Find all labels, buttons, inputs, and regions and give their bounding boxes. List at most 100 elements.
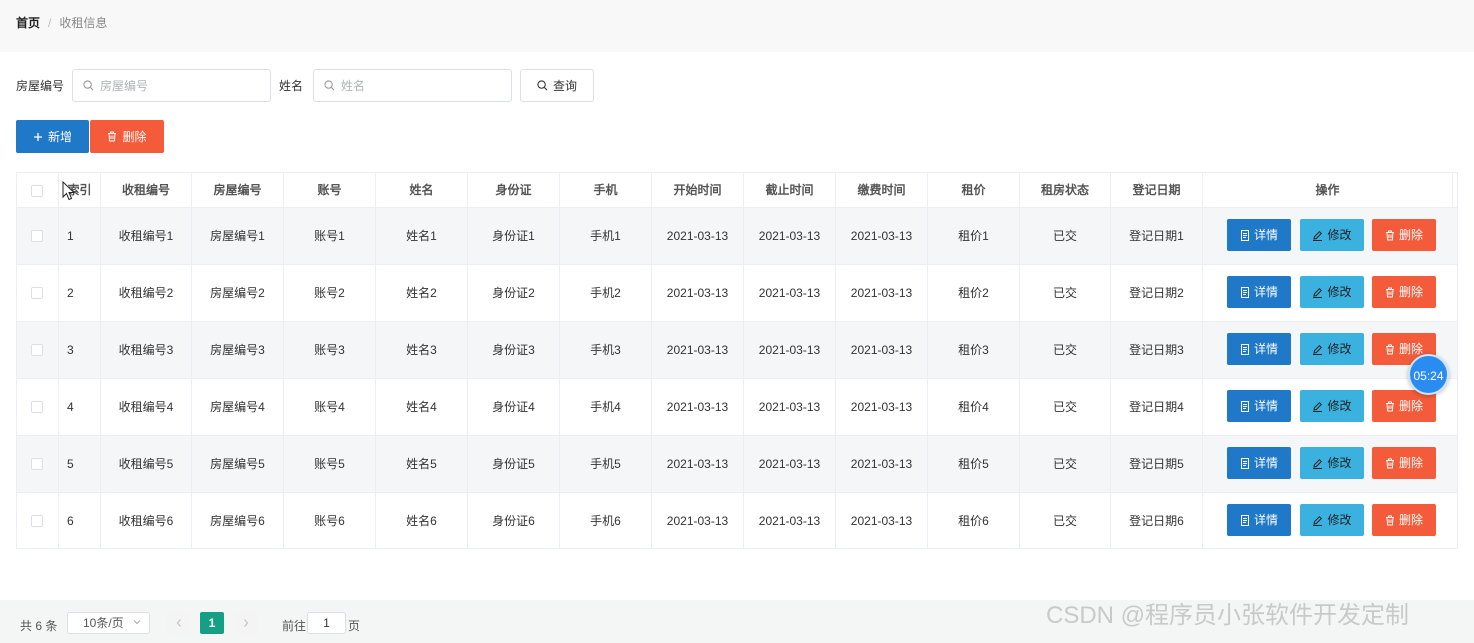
trash-icon (1385, 458, 1394, 468)
edit-button[interactable]: 修改 (1300, 390, 1364, 422)
header-end-time[interactable]: 截止时间 (744, 173, 836, 208)
header-payment-time[interactable]: 缴费时间 (836, 173, 928, 208)
edit-button-label: 修改 (1327, 228, 1352, 242)
house-number-input[interactable]: 房屋编号 (72, 69, 271, 102)
edit-button-label: 修改 (1327, 399, 1352, 413)
header-account[interactable]: 账号 (284, 173, 376, 208)
cell-rent-status: 已交 (1020, 436, 1111, 492)
prev-page-button[interactable] (167, 612, 191, 634)
edit-button-label: 修改 (1327, 342, 1352, 356)
table-header: 索引 收租编号 房屋编号 账号 姓名 身份证 手机 开始时间 截止时间 缴费时间… (17, 173, 1457, 208)
cell-rent-number: 收租编号4 (101, 379, 192, 435)
cell-payment-time: 2021-03-13 (836, 208, 928, 264)
name-placeholder: 姓名 (341, 79, 366, 93)
edit-button[interactable]: 修改 (1300, 219, 1364, 251)
cell-rent-price: 租价2 (928, 265, 1020, 321)
next-page-button[interactable] (234, 612, 258, 634)
header-rent-status[interactable]: 租房状态 (1020, 173, 1111, 208)
cell-register-date: 登记日期6 (1111, 493, 1203, 548)
cell-rent-price: 租价6 (928, 493, 1020, 548)
cell-payment-time: 2021-03-13 (836, 379, 928, 435)
page-number-current[interactable]: 1 (200, 612, 224, 634)
detail-button[interactable]: 详情 (1227, 447, 1291, 479)
delete-button[interactable]: 删除 (1372, 276, 1436, 308)
query-button[interactable]: 查询 (520, 69, 594, 102)
house-number-placeholder: 房屋编号 (100, 79, 149, 93)
cell-house-number: 房屋编号4 (192, 379, 284, 435)
batch-delete-button-label: 删除 (122, 130, 147, 144)
table-row[interactable]: 6 收租编号6 房屋编号6 账号6 姓名6 身份证6 手机6 2021-03-13 2021-0… (17, 493, 1457, 548)
page-size-value: 10条/页 (83, 616, 124, 630)
row-operations: 详情 修改 删除 (1227, 436, 1447, 492)
detail-button[interactable]: 详情 (1227, 390, 1291, 422)
edit-button[interactable]: 修改 (1300, 333, 1364, 365)
table-row[interactable]: 3 收租编号3 房屋编号3 账号3 姓名3 身份证3 手机3 2021-03-13 2021-0… (17, 322, 1457, 379)
row-checkbox[interactable] (31, 401, 43, 413)
rent-table: 索引 收租编号 房屋编号 账号 姓名 身份证 手机 开始时间 截止时间 缴费时间… (16, 172, 1458, 549)
header-house-number[interactable]: 房屋编号 (192, 173, 284, 208)
add-button[interactable]: 新增 (16, 120, 89, 153)
cell-end-time: 2021-03-13 (744, 379, 836, 435)
cell-phone: 手机6 (560, 493, 652, 548)
header-id-card[interactable]: 身份证 (468, 173, 560, 208)
cell-house-number: 房屋编号6 (192, 493, 284, 548)
edit-button[interactable]: 修改 (1300, 276, 1364, 308)
header-name[interactable]: 姓名 (376, 173, 468, 208)
header-register-date[interactable]: 登记日期 (1111, 173, 1203, 208)
cell-phone: 手机4 (560, 379, 652, 435)
row-checkbox[interactable] (31, 344, 43, 356)
trash-icon (1385, 401, 1394, 411)
cell-register-date: 登记日期4 (1111, 379, 1203, 435)
detail-button[interactable]: 详情 (1227, 219, 1291, 251)
trash-icon (1385, 515, 1394, 525)
detail-button[interactable]: 详情 (1227, 333, 1291, 365)
timer-badge[interactable]: 05:24 (1408, 354, 1449, 395)
delete-button[interactable]: 删除 (1372, 219, 1436, 251)
pagination-total: 共 6 条 (20, 619, 58, 633)
delete-button[interactable]: 删除 (1372, 504, 1436, 536)
cell-end-time: 2021-03-13 (744, 208, 836, 264)
pencil-icon (1313, 401, 1323, 412)
header-rent-price[interactable]: 租价 (928, 173, 1020, 208)
cell-name: 姓名5 (376, 436, 468, 492)
cell-start-time: 2021-03-13 (652, 265, 744, 321)
table-row[interactable]: 5 收租编号5 房屋编号5 账号5 姓名5 身份证5 手机5 2021-03-13 2021-0… (17, 436, 1457, 493)
header-rent-number[interactable]: 收租编号 (101, 173, 192, 208)
row-checkbox[interactable] (31, 515, 43, 527)
batch-delete-button[interactable]: 删除 (90, 120, 164, 153)
header-phone[interactable]: 手机 (560, 173, 652, 208)
page-size-select[interactable]: 10条/页 (67, 612, 150, 634)
cell-rent-price: 租价3 (928, 322, 1020, 378)
edit-button[interactable]: 修改 (1300, 504, 1364, 536)
table-row[interactable]: 2 收租编号2 房屋编号2 账号2 姓名2 身份证2 手机2 2021-03-13 2021-0… (17, 265, 1457, 322)
breadcrumb-home[interactable]: 首页 (16, 16, 40, 30)
detail-button[interactable]: 详情 (1227, 276, 1291, 308)
goto-page-input[interactable]: 1 (307, 612, 346, 634)
chevron-down-icon (133, 620, 141, 625)
row-checkbox[interactable] (31, 230, 43, 242)
name-input[interactable]: 姓名 (313, 69, 512, 102)
search-icon (324, 80, 335, 91)
cell-start-time: 2021-03-13 (652, 436, 744, 492)
row-checkbox[interactable] (31, 458, 43, 470)
pencil-icon (1313, 458, 1323, 469)
table-row[interactable]: 1 收租编号1 房屋编号1 账号1 姓名1 身份证1 手机1 2021-03-13 2021-0… (17, 208, 1457, 265)
detail-button-label: 详情 (1253, 285, 1278, 299)
header-start-time[interactable]: 开始时间 (652, 173, 744, 208)
row-operations: 详情 修改 删除 (1227, 265, 1447, 321)
detail-button[interactable]: 详情 (1227, 504, 1291, 536)
cell-id-card: 身份证3 (468, 322, 560, 378)
breadcrumb-separator: / (48, 16, 52, 30)
cell-register-date: 登记日期5 (1111, 436, 1203, 492)
watermark: CSDN @程序员小张软件开发定制 (1046, 602, 1410, 629)
select-all-checkbox[interactable] (31, 185, 43, 197)
cell-select (17, 493, 59, 548)
row-checkbox[interactable] (31, 287, 43, 299)
name-label: 姓名 (279, 79, 304, 93)
cell-id-card: 身份证5 (468, 436, 560, 492)
delete-button[interactable]: 删除 (1372, 447, 1436, 479)
detail-button-label: 详情 (1253, 228, 1278, 242)
table-row[interactable]: 4 收租编号4 房屋编号4 账号4 姓名4 身份证4 手机4 2021-03-13 2021-0… (17, 379, 1457, 436)
trash-icon (1385, 344, 1394, 354)
edit-button[interactable]: 修改 (1300, 447, 1364, 479)
